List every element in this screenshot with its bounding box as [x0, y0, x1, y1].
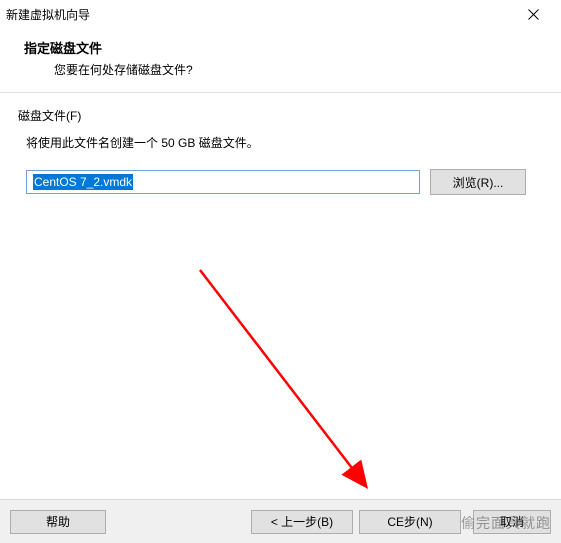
disk-file-input[interactable]: CentOS 7_2.vmdk	[26, 170, 420, 194]
arrow-annotation	[190, 260, 410, 500]
page-subtitle: 您要在何处存储磁盘文件?	[54, 61, 555, 78]
fieldset-label: 磁盘文件(F)	[18, 107, 543, 124]
next-button[interactable]: CE步(N)	[359, 510, 461, 534]
page-title: 指定磁盘文件	[24, 38, 555, 57]
disk-file-value: CentOS 7_2.vmdk	[33, 174, 133, 190]
cancel-button[interactable]: 取消	[473, 510, 551, 534]
browse-button[interactable]: 浏览(R)...	[430, 169, 526, 195]
help-button[interactable]: 帮助	[10, 510, 106, 534]
close-button[interactable]	[513, 2, 553, 26]
close-icon	[528, 9, 539, 20]
footer-bar: 帮助 < 上一步(B) CE步(N) 取消	[0, 499, 561, 543]
window-title: 新建虚拟机向导	[6, 6, 90, 23]
description-text: 将使用此文件名创建一个 50 GB 磁盘文件。	[26, 134, 543, 151]
back-button[interactable]: < 上一步(B)	[251, 510, 353, 534]
